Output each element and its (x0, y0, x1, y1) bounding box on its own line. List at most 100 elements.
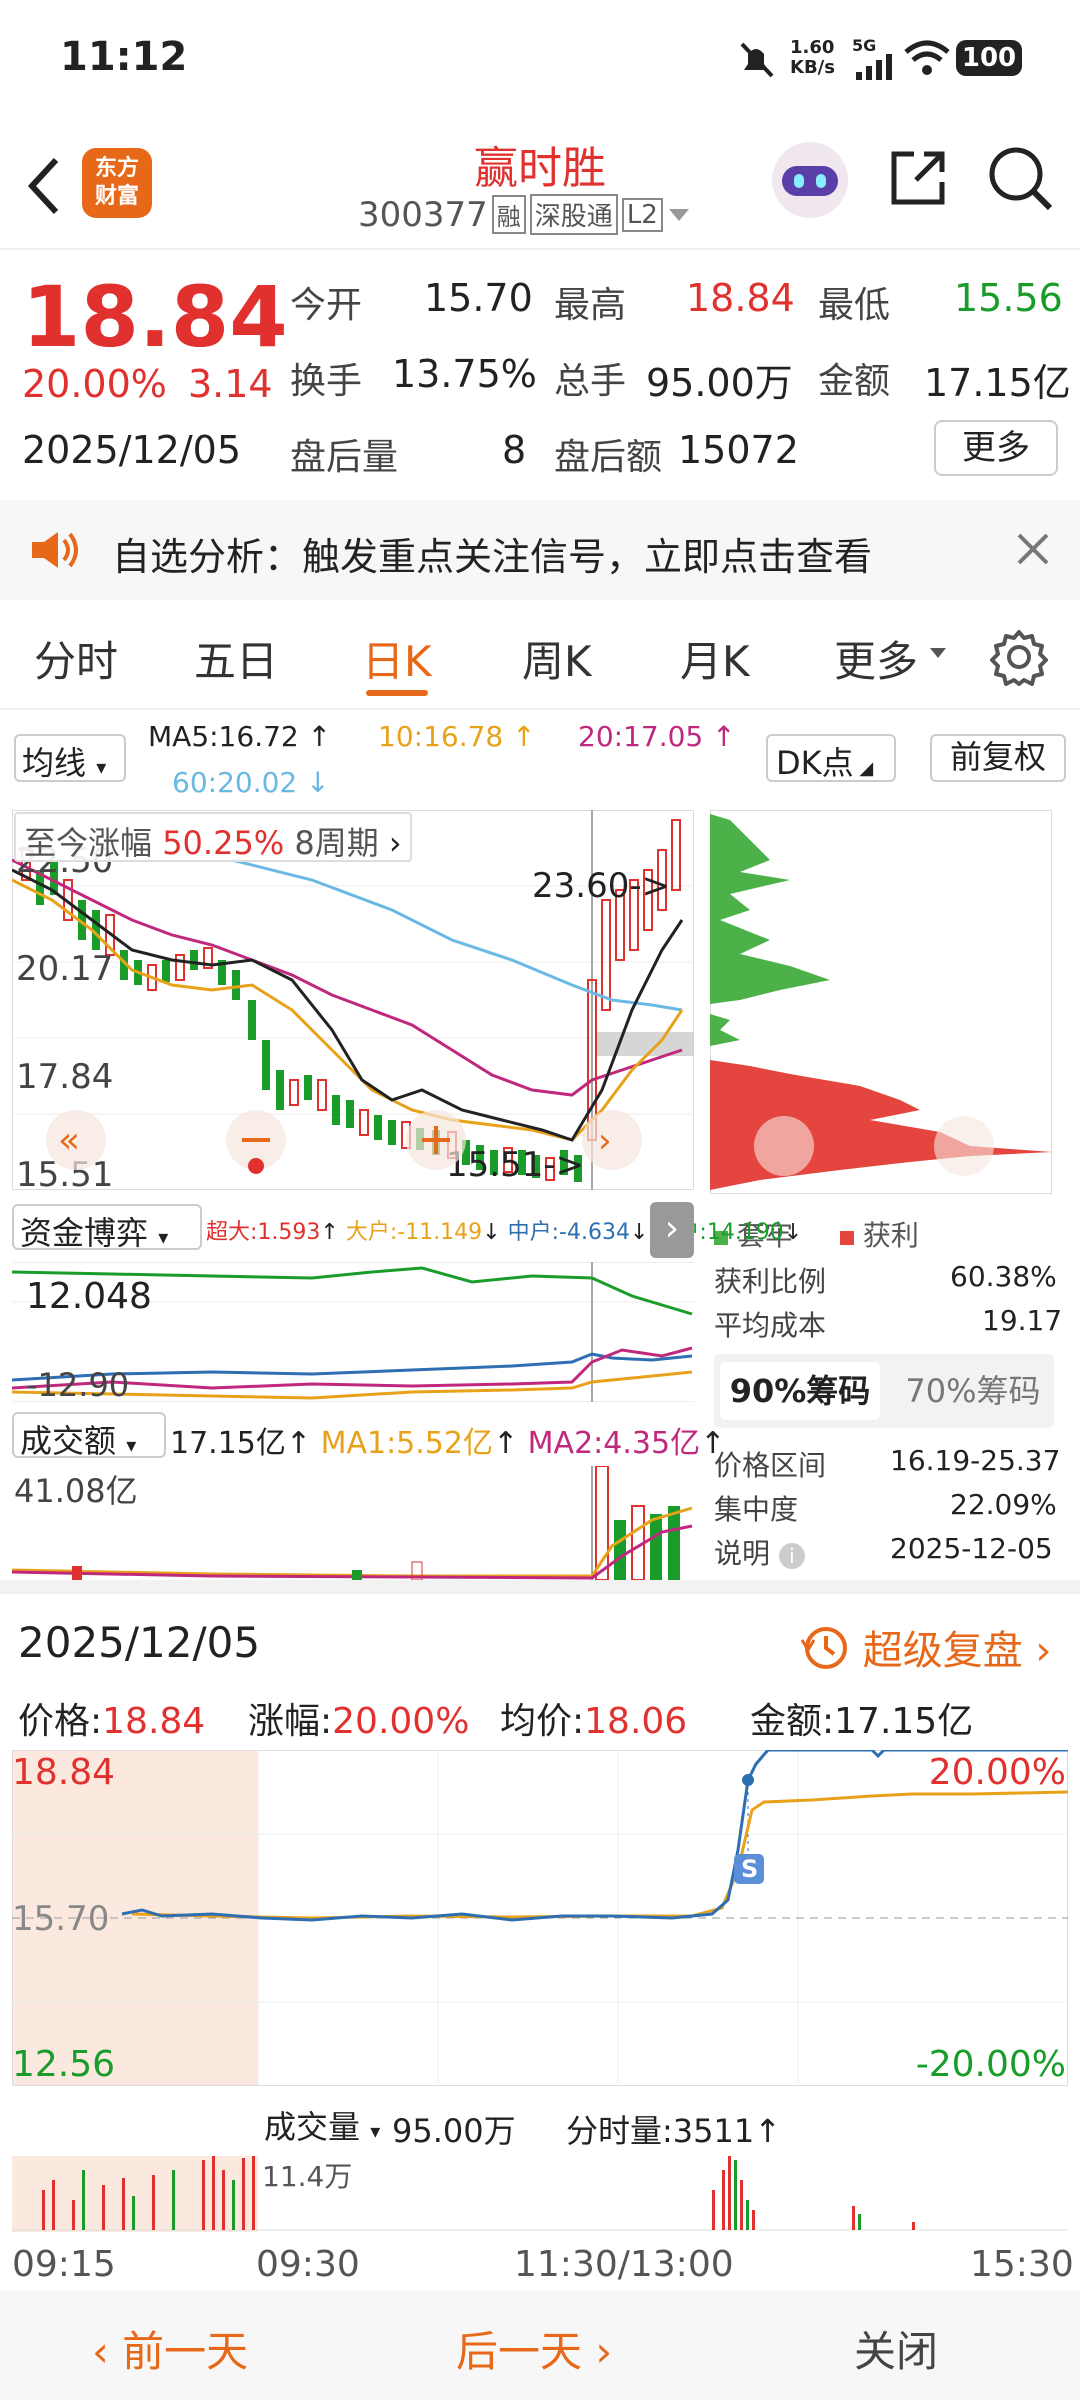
kline-section: 均线 ▾ MA5:16.72 ↑ 10:16.78 ↑ 20:17.05 ↑ 6… (0, 710, 1080, 1580)
avg-cost-value: 19.17 (982, 1304, 1063, 1337)
amount-select[interactable]: 成交额 ▾ (12, 1412, 166, 1460)
high-label: 最高 (554, 285, 627, 326)
ma10-value: 10:16.78 ↑ (378, 720, 536, 753)
abs-change: 3.14 (188, 362, 273, 406)
price-range-label: 价格区间 (714, 1449, 827, 1482)
tab-five-day[interactable]: 五日 (194, 628, 278, 689)
detail-price-row: 价格:18.84 (18, 1701, 206, 1742)
wifi-icon (904, 40, 950, 75)
volume-bar (122, 2178, 125, 2230)
share-icon[interactable] (886, 146, 950, 210)
volume-bar (82, 2170, 85, 2230)
fund-game-chart[interactable]: 12.048 -12.90 (12, 1262, 694, 1402)
period-gain-box[interactable]: 至今涨幅 50.25% 8周期 › (14, 812, 412, 862)
info-icon: i (778, 1543, 805, 1569)
active-tab-indicator (366, 690, 428, 696)
volume-bar (102, 2185, 105, 2230)
low-label: 最低 (818, 285, 891, 326)
ma-select[interactable]: 均线 ▾ (14, 734, 126, 782)
expand-arrow-icon[interactable]: › (650, 1202, 694, 1258)
intraday-volume-chart[interactable]: 11.4万 (12, 2156, 1068, 2232)
dropdown-caret-icon (668, 208, 689, 221)
settings-gear-icon[interactable] (990, 628, 1048, 686)
turnover-value: 13.75% (392, 352, 537, 396)
tag-l2: L2 (621, 197, 663, 232)
nav-right-icon[interactable] (582, 1110, 642, 1170)
app-logo[interactable]: 东方 财富 (82, 148, 152, 218)
signal-banner[interactable]: 自选分析：触发重点关注信号，立即点击查看 (0, 500, 1080, 600)
candle (388, 1120, 396, 1145)
candle (276, 1070, 284, 1110)
tab-daily-k[interactable]: 日K (362, 628, 432, 689)
tab-chip-70[interactable]: 70%筹码 (898, 1362, 1048, 1420)
candle (262, 1040, 270, 1090)
candle (190, 950, 198, 970)
volume-bar (852, 2206, 855, 2230)
note-label[interactable]: 说明 i (714, 1532, 805, 1572)
volume-total: 95.00万 (392, 2112, 516, 2150)
tab-chip-90[interactable]: 90%筹码 (720, 1362, 880, 1420)
close-button[interactable]: 关闭 (854, 2318, 938, 2379)
amount-legend: 17.15亿↑ MA1:5.52亿↑ MA2:4.35亿↑ (170, 1426, 726, 1461)
super-replay-link[interactable]: 超级复盘 › (800, 1618, 1051, 1676)
after-vol-value: 8 (502, 428, 527, 472)
pct-change: 20.00% (22, 362, 167, 406)
fund-select[interactable]: 资金博弈 ▾ (12, 1204, 202, 1252)
more-button[interactable]: 更多 (934, 420, 1058, 476)
profit-ratio-value: 60.38% (950, 1260, 1057, 1293)
volume-bar (212, 2156, 215, 2230)
intraday-price-chart[interactable]: S 18.84 15.70 12.56 20.00% -20.00% (12, 1750, 1068, 2086)
tab-more-caret-icon (930, 648, 946, 658)
back-arrow-icon[interactable] (24, 156, 64, 216)
time-tick-1: 09:15 (12, 2244, 116, 2285)
tab-more[interactable]: 更多 (834, 628, 918, 689)
ai-assistant-icon[interactable] (772, 142, 848, 218)
stock-code: 300377 (358, 194, 488, 235)
volume-bar (202, 2160, 205, 2230)
volume-bar (252, 2156, 255, 2230)
battery-badge: 100 (956, 40, 1022, 76)
volume-bar (132, 2196, 135, 2230)
after-vol-label: 盘后量 (290, 437, 399, 478)
volume-bar (752, 2210, 755, 2230)
chip-distribution-chart[interactable] (710, 810, 1052, 1194)
next-day-button[interactable]: 后一天 › (456, 2318, 612, 2379)
intraday-y-mid: 15.70 (12, 1899, 109, 1939)
volume-bar (722, 2170, 725, 2230)
volume-bar (72, 2200, 75, 2230)
search-icon[interactable] (986, 144, 1054, 212)
avg-cost-label: 平均成本 (714, 1309, 827, 1342)
prev-day-button[interactable]: ‹ 前一天 (92, 2318, 248, 2379)
intraday-y-bottom: 12.56 (12, 2044, 115, 2085)
tab-minute[interactable]: 分时 (34, 628, 118, 689)
ma20-value: 20:17.05 ↑ (578, 720, 736, 753)
quote-panel: 18.84 20.00% 3.14 2025/12/05 今开 15.70 最高… (0, 250, 1080, 500)
last-price: 18.84 (22, 268, 288, 366)
tab-monthly-k[interactable]: 月K (680, 628, 750, 689)
detail-pct-row: 涨幅:20.00% (248, 1701, 470, 1742)
tick-volume: 分时量:3511↑ (566, 2112, 782, 2150)
volume-bar (746, 2200, 749, 2230)
dk-point-toggle[interactable]: DK点 ◢ (766, 734, 896, 782)
fund-y-top: 12.048 (26, 1276, 152, 1317)
time-tick-3: 11:30/13:00 (514, 2244, 734, 2285)
volume-bar (172, 2170, 175, 2230)
volume-select[interactable]: 成交量 ▾ (258, 2100, 388, 2146)
volume-bar (734, 2160, 737, 2230)
volume-value: 95.00万 (646, 361, 793, 405)
amount-chart[interactable]: 41.08亿 (12, 1466, 694, 1580)
note-value: 2025-12-05 (890, 1532, 1053, 1565)
open-label: 今开 (290, 285, 363, 326)
tab-weekly-k[interactable]: 周K (522, 628, 592, 689)
volume-bar (912, 2222, 915, 2230)
after-amt-label: 盘后额 (554, 437, 663, 478)
stock-code-row[interactable]: 300377 融 深股通 L2 (358, 194, 691, 235)
price-range-value: 16.19-25.37 (890, 1444, 1061, 1477)
candlestick-chart[interactable]: 22.50 20.17 17.84 15.51 23.60-> 15.51-> … (12, 810, 694, 1190)
close-icon[interactable] (1016, 532, 1050, 566)
banner-text: 自选分析：触发重点关注信号，立即点击查看 (112, 535, 873, 579)
volume-bar (242, 2158, 245, 2230)
amount-y-top: 41.08亿 (14, 1472, 138, 1510)
adjust-select[interactable]: 前复权 (930, 734, 1066, 782)
concentration-value: 22.09% (950, 1488, 1057, 1521)
